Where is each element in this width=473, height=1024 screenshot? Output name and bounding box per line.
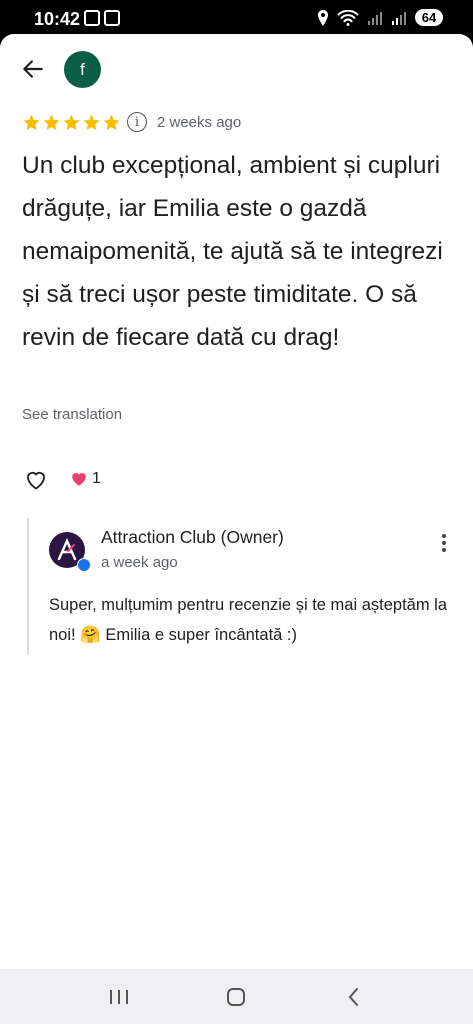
cast-icon bbox=[104, 10, 120, 26]
star-icon bbox=[103, 114, 120, 130]
star-icon bbox=[43, 114, 60, 130]
signal-icon-1 bbox=[368, 11, 382, 25]
owner-name[interactable]: Attraction Club (Owner) bbox=[101, 527, 284, 548]
wifi-icon bbox=[337, 9, 359, 26]
nav-back-button[interactable] bbox=[334, 982, 374, 1012]
battery-indicator: 64 bbox=[415, 9, 443, 26]
review-date: 2 weeks ago bbox=[157, 113, 242, 131]
home-icon bbox=[227, 987, 246, 1006]
system-nav-bar bbox=[0, 969, 473, 1024]
reply-date: a week ago bbox=[101, 554, 178, 571]
chevron-left-icon bbox=[348, 987, 359, 1006]
owner-reply: Attraction Club (Owner) a week ago Super… bbox=[27, 518, 457, 655]
star-icon bbox=[83, 114, 100, 130]
back-arrow-icon[interactable] bbox=[20, 56, 46, 82]
more-vertical-icon[interactable] bbox=[437, 532, 451, 556]
recent-apps-icon bbox=[109, 989, 128, 1004]
heart-outline-icon[interactable] bbox=[24, 468, 48, 492]
verified-badge-icon bbox=[77, 558, 91, 572]
heart-filled-icon bbox=[72, 473, 86, 486]
star-icon bbox=[23, 114, 40, 130]
reply-text: Super, mulțumim pentru recenzie și te ma… bbox=[49, 596, 448, 644]
location-icon bbox=[318, 9, 328, 26]
home-button[interactable] bbox=[216, 982, 256, 1012]
recent-apps-button[interactable] bbox=[99, 982, 139, 1012]
status-system-icons: 64 bbox=[317, 9, 443, 26]
status-time: 10:42 bbox=[34, 9, 81, 29]
screenshot-icon bbox=[84, 10, 100, 26]
info-icon[interactable]: i bbox=[127, 112, 147, 132]
star-rating bbox=[22, 113, 121, 132]
status-bar: 10:42 64 bbox=[0, 0, 473, 38]
review-text: Un club excepțional, ambient și cupluri … bbox=[22, 152, 443, 351]
rating-row: i 2 weeks ago bbox=[22, 112, 241, 132]
reviewer-avatar-letter: f bbox=[80, 59, 85, 79]
star-icon bbox=[63, 114, 80, 130]
see-translation-link[interactable]: See translation bbox=[22, 406, 122, 423]
reviewer-avatar[interactable]: f bbox=[64, 51, 101, 88]
signal-icon-2 bbox=[392, 11, 406, 25]
status-notification-icons bbox=[84, 10, 120, 26]
review-sheet: f i 2 weeks ago Un club excepțional, amb… bbox=[0, 34, 473, 969]
reaction-summary[interactable]: 1 bbox=[70, 470, 101, 488]
reaction-count: 1 bbox=[92, 470, 101, 487]
attraction-club-logo bbox=[57, 538, 77, 561]
